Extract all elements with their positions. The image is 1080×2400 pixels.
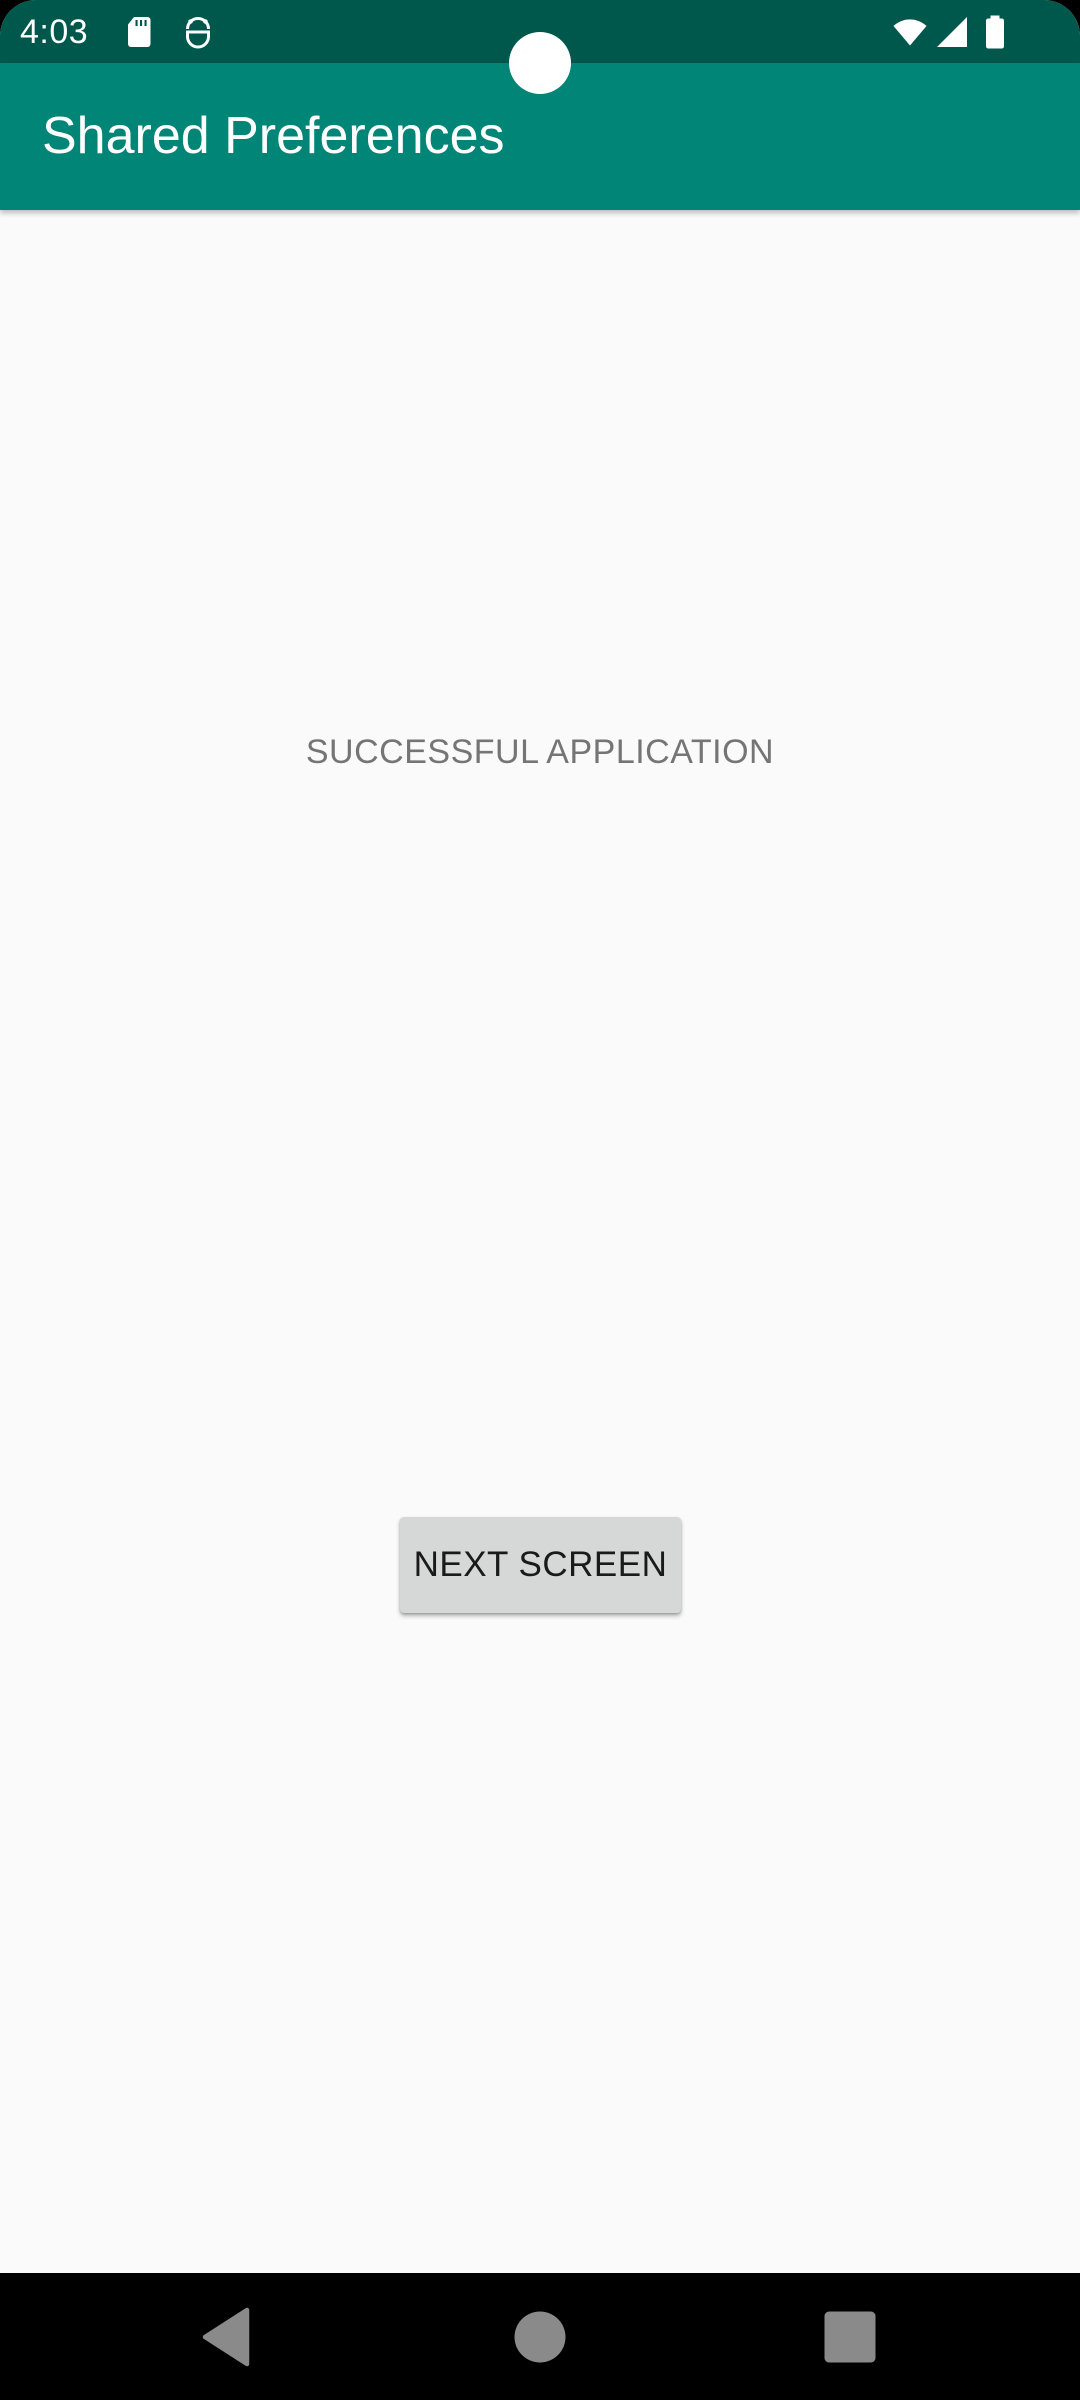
wifi-icon (890, 14, 930, 50)
android-debug-icon (180, 14, 216, 50)
status-time: 4:03 (20, 13, 89, 51)
app-title: Shared Preferences (42, 107, 505, 165)
navigation-bar (0, 2273, 1080, 2400)
success-message: SUCCESSFUL APPLICATION (305, 733, 775, 771)
recents-icon[interactable] (814, 2301, 886, 2373)
sd-card-icon (122, 14, 158, 50)
camera-cutout (509, 32, 571, 94)
app-screen: 4:03 Shared Preferences SUCCESSFUL APPLI… (0, 0, 1080, 2400)
back-icon[interactable] (190, 2301, 262, 2373)
next-screen-button[interactable]: NEXT SCREEN (400, 1517, 681, 1613)
battery-icon (980, 14, 1010, 50)
cell-signal-icon (934, 14, 970, 50)
home-icon[interactable] (504, 2301, 576, 2373)
